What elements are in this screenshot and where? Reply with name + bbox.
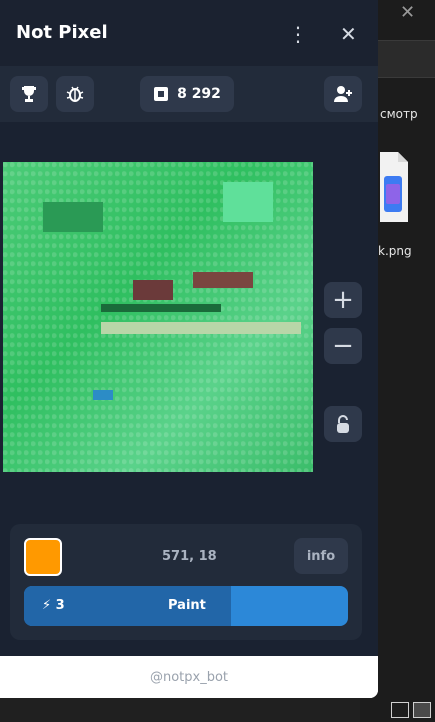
paint-button[interactable]: ⚡ 3 Paint xyxy=(24,586,348,626)
pixel-square-icon xyxy=(154,87,169,101)
grid-view-icon[interactable] xyxy=(413,702,431,718)
toolbar: 8 292 xyxy=(0,66,378,122)
file-icon[interactable] xyxy=(378,152,410,232)
bot-footer: @notpx_bot xyxy=(0,656,378,698)
unlock-icon[interactable] xyxy=(324,406,362,442)
zoom-in-button[interactable]: + xyxy=(324,282,362,318)
bug-icon[interactable] xyxy=(56,76,94,112)
list-view-icon[interactable] xyxy=(391,702,409,718)
energy-value: 3 xyxy=(55,598,65,613)
app-header: Not Pixel ⋮ ✕ xyxy=(0,0,378,66)
app-title: Not Pixel xyxy=(16,22,108,43)
bolt-icon: ⚡ xyxy=(42,598,52,613)
background-address-bar xyxy=(378,40,435,78)
background-close-icon[interactable]: ✕ xyxy=(400,2,415,23)
balance-button[interactable]: 8 292 xyxy=(140,76,234,112)
view-toggle[interactable] xyxy=(391,702,431,718)
info-button[interactable]: info xyxy=(294,538,348,574)
trophy-icon[interactable] xyxy=(10,76,48,112)
color-swatch[interactable] xyxy=(24,538,62,576)
more-vertical-icon[interactable]: ⋮ xyxy=(288,22,308,46)
background-text: смотр xyxy=(380,107,418,121)
pixel-canvas[interactable] xyxy=(3,162,313,472)
background-file-name[interactable]: k.png xyxy=(378,244,412,258)
pixel-coordinates: 571, 18 xyxy=(162,549,217,564)
balance-value: 8 292 xyxy=(177,86,221,102)
paint-label: Paint xyxy=(168,598,206,613)
add-user-icon[interactable] xyxy=(324,76,362,112)
zoom-out-button[interactable]: − xyxy=(324,328,362,364)
close-icon[interactable]: ✕ xyxy=(340,22,357,46)
paint-panel: 571, 18 info ⚡ 3 Paint xyxy=(10,524,362,640)
app-content: 8 292 + − 571, 18 info ⚡ 3 Paint xyxy=(0,66,378,656)
energy-counter: ⚡ 3 xyxy=(42,598,65,613)
not-pixel-window: Not Pixel ⋮ ✕ 8 292 + − 571, 18 info ⚡ 3… xyxy=(0,0,378,698)
